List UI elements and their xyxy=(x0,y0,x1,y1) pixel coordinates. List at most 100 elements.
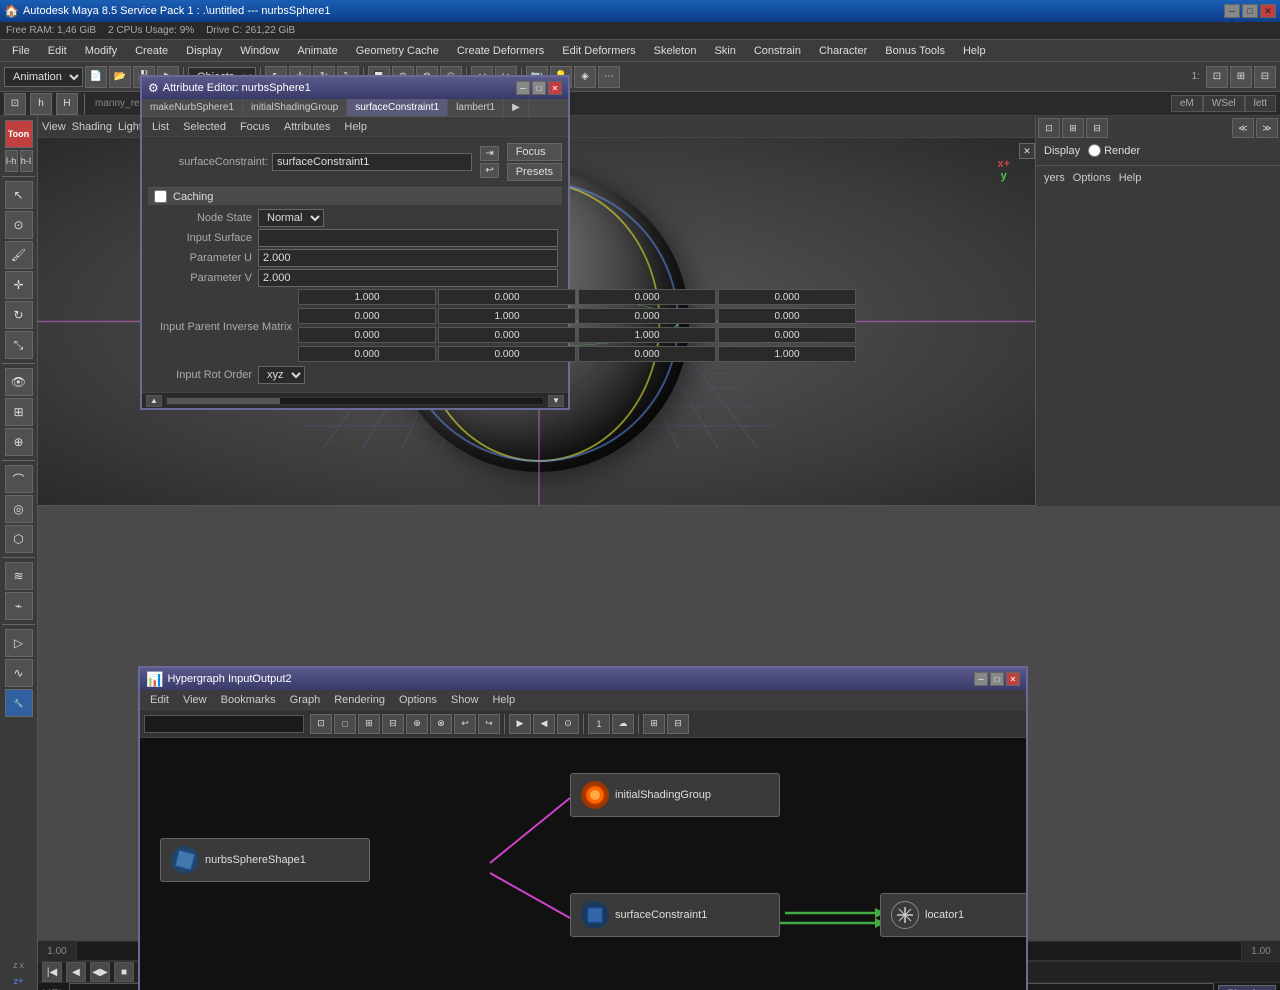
matrix-0-1[interactable] xyxy=(438,289,576,305)
menu-skeleton[interactable]: Skeleton xyxy=(646,43,705,59)
tool-h2[interactable]: h-I xyxy=(20,150,33,172)
tool-move[interactable]: ✛ xyxy=(5,271,33,299)
attr-close-btn[interactable]: ✕ xyxy=(548,81,562,95)
menu-character[interactable]: Character xyxy=(811,43,875,59)
render-radio[interactable]: Render xyxy=(1088,144,1140,157)
hy-tb7[interactable]: ↩ xyxy=(454,714,476,734)
tool-skeleton[interactable]: ⌁ xyxy=(5,592,33,620)
matrix-0-2[interactable] xyxy=(578,289,716,305)
attr-tab-makenurb[interactable]: makeNurbSphere1 xyxy=(142,99,243,116)
menu-window[interactable]: Window xyxy=(232,43,287,59)
tb-more[interactable]: ⋯ xyxy=(598,66,620,88)
matrix-3-3[interactable] xyxy=(718,346,856,362)
menu-skin[interactable]: Skin xyxy=(706,43,743,59)
tab-em[interactable]: eM xyxy=(1171,95,1203,112)
tool-show[interactable]: 👁 xyxy=(5,368,33,396)
maximize-button[interactable]: □ xyxy=(1242,4,1258,18)
attr-tab-scroll-right[interactable]: ▶ xyxy=(504,99,529,116)
rp-tb5[interactable]: ≫ xyxy=(1256,118,1278,138)
attr-presets-btn[interactable]: Presets xyxy=(507,163,562,181)
tool-dynamics[interactable]: ∿ xyxy=(5,659,33,687)
attr-menu-focus[interactable]: Focus xyxy=(234,121,276,133)
hypergraph-canvas[interactable]: initialShadingGroup nurbsSphereShape1 su… xyxy=(140,738,1026,990)
attr-scroll-thumb[interactable] xyxy=(167,398,280,404)
hy-tb1[interactable]: ⊡ xyxy=(310,714,332,734)
attr-scroll-up[interactable]: ▲ xyxy=(146,395,162,407)
hy-tb5[interactable]: ⊕ xyxy=(406,714,428,734)
attr-rot-order-select[interactable]: xyz yzx zxy xzy yxz zyx xyxy=(258,366,305,384)
matrix-3-1[interactable] xyxy=(438,346,576,362)
matrix-2-1[interactable] xyxy=(438,327,576,343)
hyper-menu-show[interactable]: Show xyxy=(445,694,485,706)
hy-tb9[interactable]: ▶ xyxy=(509,714,531,734)
menu-help[interactable]: Help xyxy=(955,43,994,59)
attr-tab-surface[interactable]: surfaceConstraint1 xyxy=(347,99,448,116)
tb-layout3[interactable]: ⊟ xyxy=(1254,66,1276,88)
hypergraph-search-input[interactable] xyxy=(144,715,304,733)
hyper-menu-view[interactable]: View xyxy=(177,694,213,706)
matrix-1-1[interactable] xyxy=(438,308,576,324)
rp-tb3[interactable]: ⊟ xyxy=(1086,118,1108,138)
menu-animate[interactable]: Animate xyxy=(289,43,345,59)
hy-tb4[interactable]: ⊟ xyxy=(382,714,404,734)
attr-btn-unlink[interactable]: ↩ xyxy=(480,163,498,178)
attr-maximize-btn[interactable]: □ xyxy=(532,81,546,95)
tool-surface[interactable]: ◎ xyxy=(5,495,33,523)
tool-snap[interactable]: ⊕ xyxy=(5,428,33,456)
node-nurbsSphereShape1[interactable]: nurbsSphereShape1 xyxy=(160,838,370,882)
hy-tb2[interactable]: □ xyxy=(334,714,356,734)
matrix-0-3[interactable] xyxy=(718,289,856,305)
attr-menu-attributes[interactable]: Attributes xyxy=(278,121,336,133)
sec-tb-btn3[interactable]: H xyxy=(56,93,78,115)
vp-close-btn[interactable]: ✕ xyxy=(1019,143,1035,159)
hyper-menu-edit[interactable]: Edit xyxy=(144,694,175,706)
hyper-maximize-btn[interactable]: □ xyxy=(990,672,1004,686)
menu-create[interactable]: Create xyxy=(127,43,176,59)
menu-file[interactable]: File xyxy=(4,43,38,59)
prev-frame-btn[interactable]: ◀ xyxy=(66,962,86,982)
tb-open[interactable]: 📂 xyxy=(109,66,131,88)
attr-menu-list[interactable]: List xyxy=(146,121,175,133)
attr-menu-help[interactable]: Help xyxy=(338,121,373,133)
sec-tb-btn1[interactable]: ⊡ xyxy=(4,93,26,115)
tb-layout2[interactable]: ⊞ xyxy=(1230,66,1252,88)
menu-display[interactable]: Display xyxy=(178,43,230,59)
node-locator1[interactable]: locator1 xyxy=(880,893,1026,937)
hyper-menu-help[interactable]: Help xyxy=(486,694,521,706)
hy-tb6[interactable]: ⊗ xyxy=(430,714,452,734)
menu-modify[interactable]: Modify xyxy=(77,43,125,59)
hyper-menu-bookmarks[interactable]: Bookmarks xyxy=(215,694,282,706)
tb-new[interactable]: 📄 xyxy=(85,66,107,88)
menu-bonus-tools[interactable]: Bonus Tools xyxy=(877,43,953,59)
tool-paint[interactable]: 🖌 xyxy=(5,241,33,269)
matrix-3-2[interactable] xyxy=(578,346,716,362)
attr-caching-checkbox[interactable] xyxy=(154,190,167,203)
matrix-1-2[interactable] xyxy=(578,308,716,324)
attr-focus-btn[interactable]: Focus xyxy=(507,143,562,161)
matrix-2-0[interactable] xyxy=(298,327,436,343)
close-button[interactable]: ✕ xyxy=(1260,4,1276,18)
matrix-3-0[interactable] xyxy=(298,346,436,362)
hy-tb10[interactable]: ◀ xyxy=(533,714,555,734)
hy-tb11[interactable]: ⊙ xyxy=(557,714,579,734)
hy-tb14[interactable]: ⊞ xyxy=(643,714,665,734)
attr-btn-link[interactable]: ⇥ xyxy=(480,146,498,161)
rp-tb1[interactable]: ⊡ xyxy=(1038,118,1060,138)
menu-constrain[interactable]: Constrain xyxy=(746,43,809,59)
attr-menu-selected[interactable]: Selected xyxy=(177,121,232,133)
attr-param-v-input[interactable] xyxy=(258,269,558,287)
node-surfaceConstraint1[interactable]: surfaceConstraint1 xyxy=(570,893,780,937)
attr-minimize-btn[interactable]: ─ xyxy=(516,81,530,95)
tb-mat[interactable]: ◈ xyxy=(574,66,596,88)
tab-wsel[interactable]: WSel xyxy=(1203,95,1245,112)
play-back-btn[interactable]: ◀▶ xyxy=(90,962,110,982)
menu-edit-deformers[interactable]: Edit Deformers xyxy=(554,43,643,59)
matrix-0-0[interactable] xyxy=(298,289,436,305)
rp-tb2[interactable]: ⊞ xyxy=(1062,118,1084,138)
attr-tab-lambert[interactable]: lambert1 xyxy=(448,99,504,116)
tool-grid[interactable]: ⊞ xyxy=(5,398,33,426)
tool-curve[interactable]: ⌒ xyxy=(5,465,33,493)
minimize-button[interactable]: ─ xyxy=(1224,4,1240,18)
tool-plugin[interactable]: 🔧 xyxy=(5,689,33,717)
hyper-close-btn[interactable]: ✕ xyxy=(1006,672,1020,686)
